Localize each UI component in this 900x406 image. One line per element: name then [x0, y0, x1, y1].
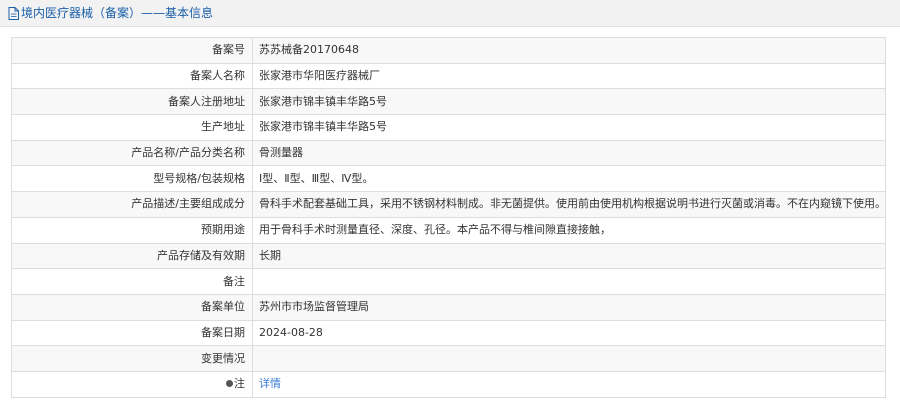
details-link[interactable]: 详情 [259, 377, 281, 390]
row-value: 骨测量器 [252, 139, 886, 167]
table-row: 备案日期 2024-08-28 [11, 319, 886, 347]
table-row: 型号规格/包装规格 Ⅰ型、Ⅱ型、Ⅲ型、Ⅳ型。 [11, 165, 886, 193]
row-label: 备案人名称 [11, 62, 253, 90]
row-label: 备案日期 [11, 319, 253, 347]
row-label: 产品描述/主要组成成分 [11, 191, 253, 218]
row-label: 备案号 [11, 37, 253, 64]
row-label: 备案人注册地址 [11, 88, 253, 116]
row-value [252, 345, 886, 372]
row-label: 变更情况 [11, 345, 253, 372]
row-value: 2024-08-28 [252, 319, 886, 347]
row-label: 产品存储及有效期 [11, 242, 253, 270]
row-label: 产品名称/产品分类名称 [11, 139, 253, 167]
table-row: 备注 [11, 268, 886, 295]
row-value: 用于骨科手术时测量直径、深度、孔径。本产品不得与椎间隙直接接触， [252, 216, 886, 244]
table-row: 生产地址 张家港市锦丰镇丰华路5号 [11, 114, 886, 141]
title-bar: 境内医疗器械（备案）——基本信息 [0, 0, 900, 27]
row-value: 详情 [252, 370, 886, 398]
row-value: 苏州市市场监督管理局 [252, 293, 886, 321]
table-row: 备案单位 苏州市市场监督管理局 [11, 293, 886, 321]
row-value [252, 268, 886, 295]
row-value: 张家港市锦丰镇丰华路5号 [252, 88, 886, 116]
row-value: 骨科手术配套基础工具，采用不锈钢材料制成。非无菌提供。使用前由使用机构根据说明书… [252, 191, 886, 218]
table-row: 产品名称/产品分类名称 骨测量器 [11, 139, 886, 167]
row-value: 张家港市华阳医疗器械厂 [252, 62, 886, 90]
note-label: 注 [234, 377, 245, 391]
table-row: 变更情况 [11, 345, 886, 372]
page: 境内医疗器械（备案）——基本信息 备案号 苏苏械备20170648 备案人名称 … [0, 0, 900, 406]
table-row: 备案人注册地址 张家港市锦丰镇丰华路5号 [11, 88, 886, 116]
row-value: 张家港市锦丰镇丰华路5号 [252, 114, 886, 141]
row-label: 预期用途 [11, 216, 253, 244]
table-row: 产品存储及有效期 长期 [11, 242, 886, 270]
page-title-text: 境内医疗器械（备案）——基本信息 [21, 6, 214, 20]
row-label: 备注 [11, 268, 253, 295]
row-value: 苏苏械备20170648 [252, 37, 886, 64]
bullet-icon [226, 379, 233, 387]
row-label: 型号规格/包装规格 [11, 165, 253, 193]
document-icon [8, 6, 19, 20]
table-row: 注 详情 [11, 370, 886, 398]
page-title: 境内医疗器械（备案）——基本信息 [8, 5, 213, 21]
table-row: 预期用途 用于骨科手术时测量直径、深度、孔径。本产品不得与椎间隙直接接触， [11, 216, 886, 244]
table-row: 产品描述/主要组成成分 骨科手术配套基础工具，采用不锈钢材料制成。非无菌提供。使… [11, 191, 886, 218]
row-label-note: 注 [11, 370, 253, 398]
table-row: 备案人名称 张家港市华阳医疗器械厂 [11, 62, 886, 90]
info-table: 备案号 苏苏械备20170648 备案人名称 张家港市华阳医疗器械厂 备案人注册… [11, 37, 886, 398]
row-value: Ⅰ型、Ⅱ型、Ⅲ型、Ⅳ型。 [252, 165, 886, 193]
row-value: 长期 [252, 242, 886, 270]
table-row: 备案号 苏苏械备20170648 [11, 37, 886, 64]
row-label: 备案单位 [11, 293, 253, 321]
row-label: 生产地址 [11, 114, 253, 141]
